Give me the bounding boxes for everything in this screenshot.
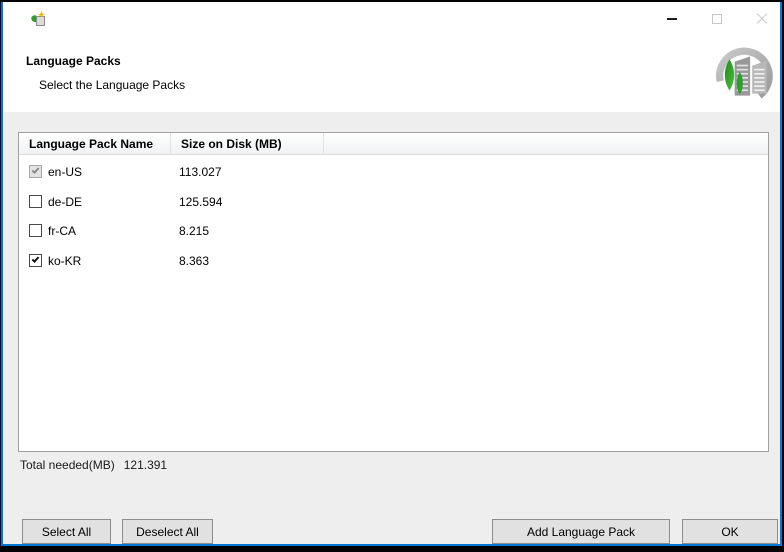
language-packs-dialog: Language Packs Select the Language Packs bbox=[0, 0, 784, 552]
check-icon bbox=[31, 254, 40, 263]
select-all-button[interactable]: Select All bbox=[22, 519, 111, 544]
page-subtitle: Select the Language Packs bbox=[39, 78, 186, 92]
total-needed-value: 121.391 bbox=[123, 458, 168, 472]
total-needed: Total needed(MB) 121.391 bbox=[20, 458, 167, 472]
app-icon[interactable] bbox=[29, 10, 47, 28]
language-pack-name: de-DE bbox=[48, 194, 83, 209]
maximize-icon bbox=[711, 14, 722, 24]
size-on-disk: 8.215 bbox=[179, 224, 210, 239]
dialog-header: Language Packs Select the Language Packs bbox=[3, 2, 780, 112]
size-on-disk: 8.363 bbox=[179, 253, 210, 268]
minimize-icon bbox=[666, 18, 677, 20]
table-row[interactable]: ko-KR 8.363 bbox=[19, 246, 768, 275]
table-rows: en-US 113.027 de-DE 125.594 fr-CA 8.215 … bbox=[19, 133, 768, 451]
language-pack-checkbox bbox=[29, 165, 42, 178]
check-icon bbox=[31, 166, 40, 174]
language-pack-table: Language Pack Name Size on Disk (MB) en-… bbox=[18, 132, 769, 452]
table-row[interactable]: de-DE 125.594 bbox=[19, 187, 768, 216]
maximize-button[interactable] bbox=[694, 4, 739, 34]
minimize-button[interactable] bbox=[649, 4, 694, 34]
language-pack-name: en-US bbox=[48, 165, 83, 179]
table-row[interactable]: fr-CA 8.215 bbox=[19, 216, 768, 245]
add-language-pack-button[interactable]: Add Language Pack bbox=[492, 519, 670, 544]
close-icon bbox=[755, 12, 769, 26]
total-needed-label: Total needed(MB) bbox=[20, 458, 115, 472]
size-on-disk: 113.027 bbox=[179, 165, 222, 179]
language-packs-logo-icon bbox=[713, 44, 779, 106]
language-pack-checkbox[interactable] bbox=[29, 194, 42, 208]
table-row[interactable]: en-US 113.027 bbox=[19, 157, 768, 186]
page-title: Language Packs bbox=[26, 54, 121, 68]
size-on-disk: 125.594 bbox=[179, 194, 223, 209]
deselect-all-button[interactable]: Deselect All bbox=[122, 519, 213, 544]
ok-button[interactable]: OK bbox=[682, 519, 778, 544]
language-pack-checkbox[interactable] bbox=[29, 253, 42, 267]
language-pack-name: fr-CA bbox=[48, 224, 76, 239]
close-button[interactable] bbox=[739, 4, 784, 34]
language-pack-name: ko-KR bbox=[48, 253, 82, 268]
language-pack-checkbox[interactable] bbox=[29, 224, 42, 238]
